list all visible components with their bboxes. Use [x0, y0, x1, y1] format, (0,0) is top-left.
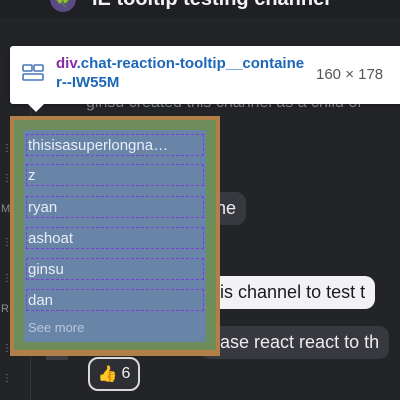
user-name: z — [28, 166, 36, 184]
user-name: dan — [28, 291, 54, 309]
message-bubble[interactable]: ease react react to th — [200, 326, 390, 359]
tooltip-user-row: z — [26, 164, 204, 186]
flex-layout-icon — [22, 64, 44, 81]
channel-header: 🍀 IE tooltip testing channel — [0, 0, 400, 18]
tooltip-user-row: dan — [26, 289, 204, 311]
left-label: R — [1, 303, 9, 315]
tooltip-user-row: ginsu — [26, 258, 204, 280]
user-name: thisisasuperlongna… — [28, 136, 169, 154]
channel-title: IE tooltip testing channel — [92, 0, 330, 11]
channel-avatar: 🍀 — [50, 0, 76, 12]
message-text: his channel to test t — [210, 282, 366, 302]
see-more-link[interactable]: See more — [28, 320, 84, 335]
reaction-button[interactable]: 👍 6 — [88, 357, 140, 391]
tooltip-user-row: thisisasuperlongna… — [26, 134, 204, 156]
tooltip-user-row: ryan — [26, 196, 204, 218]
user-name: ryan — [28, 198, 58, 216]
user-name: ashoat — [28, 229, 74, 247]
element-class: .chat-reaction-tooltip__container--IW55M — [56, 55, 305, 91]
element-tag: div — [56, 55, 77, 72]
devtools-inspector-tooltip: div.chat-reaction-tooltip__container--IW… — [10, 46, 400, 104]
tooltip-user-row: ashoat — [26, 227, 204, 249]
element-size: 160 × 178 — [316, 66, 384, 83]
tooltip-arrow — [26, 102, 46, 112]
left-label: M — [1, 203, 11, 215]
more-options-icon[interactable]: ⋮ — [2, 374, 12, 384]
element-selector: div.chat-reaction-tooltip__container--IW… — [56, 54, 306, 92]
user-name: ginsu — [28, 260, 64, 278]
reaction-count: 6 — [121, 365, 131, 382]
thumbs-up-icon: 👍 — [97, 366, 118, 383]
message-bubble[interactable]: his channel to test t — [200, 276, 376, 309]
clover-icon: 🍀 — [54, 0, 71, 8]
message-text: ease react react to th — [210, 332, 380, 352]
